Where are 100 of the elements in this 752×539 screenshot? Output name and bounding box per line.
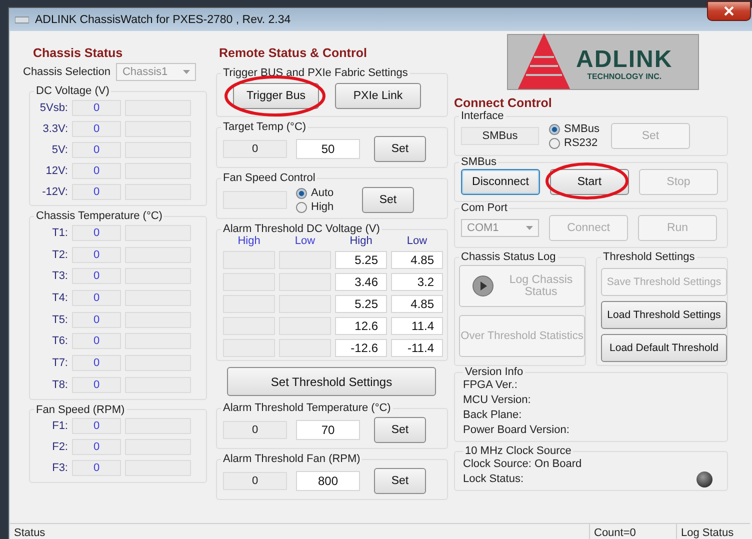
set-button[interactable]: Set bbox=[362, 187, 414, 213]
logo-tagline: TECHNOLOGY INC. bbox=[587, 72, 662, 81]
radio-option[interactable]: RS232 bbox=[549, 137, 601, 149]
group-title: SMBus bbox=[460, 156, 498, 168]
sensor-label: T4: bbox=[51, 292, 68, 304]
input-field[interactable]: 3.46 bbox=[335, 273, 387, 291]
reading-field: 0 bbox=[72, 376, 121, 393]
group-title: Fan Speed (RPM) bbox=[35, 404, 126, 416]
sensor-label: T3: bbox=[51, 270, 68, 282]
set-button[interactable]: Set bbox=[374, 468, 426, 494]
input-field[interactable]: 3.2 bbox=[391, 273, 443, 291]
smbus-button[interactable]: Disconnect bbox=[461, 169, 540, 195]
group-title: Version Info bbox=[464, 366, 524, 378]
reading-field: 0 bbox=[72, 460, 121, 476]
status-text: Count=0 bbox=[589, 524, 676, 539]
smbus-button[interactable]: Start bbox=[550, 169, 629, 195]
info-label: FPGA Ver.: bbox=[463, 378, 518, 393]
group-title: Threshold Settings bbox=[602, 251, 696, 263]
close-icon bbox=[724, 6, 734, 16]
info-label: Back Plane: bbox=[463, 408, 522, 423]
column-header: Low bbox=[406, 235, 428, 247]
sensor-label: T7: bbox=[51, 356, 68, 369]
reading-field: 0 bbox=[72, 418, 121, 434]
reading-field: 0 bbox=[72, 312, 121, 328]
section-heading: Connect Control bbox=[454, 96, 553, 110]
reading-field: 0 bbox=[72, 184, 121, 200]
input-field[interactable]: 800 bbox=[296, 471, 360, 491]
reading-field: 0 bbox=[72, 142, 121, 158]
input-field[interactable]: 5.25 bbox=[335, 251, 387, 269]
reading-field: 0 bbox=[72, 268, 121, 284]
set-threshold-button[interactable]: Set Threshold Settings bbox=[227, 367, 436, 396]
input-field[interactable]: 70 bbox=[296, 420, 360, 440]
sensor-label: -12V: bbox=[41, 186, 68, 198]
play-icon bbox=[472, 275, 494, 297]
input-field[interactable]: 12.6 bbox=[335, 317, 387, 335]
input-field[interactable]: 4.85 bbox=[391, 251, 443, 269]
radio-option[interactable]: High bbox=[296, 201, 348, 213]
input-field[interactable]: 11.4 bbox=[391, 317, 443, 335]
group-title: Target Temp (°C) bbox=[222, 121, 308, 133]
close-button[interactable] bbox=[707, 1, 751, 21]
group-title: Alarm Threshold Fan (RPM) bbox=[222, 453, 362, 465]
group-title: Interface bbox=[460, 110, 505, 122]
column-header: High bbox=[348, 235, 374, 247]
reading-field: 0 bbox=[72, 290, 121, 306]
trigger-button[interactable]: PXIe Link bbox=[335, 83, 421, 109]
reading-field: 0 bbox=[72, 120, 121, 136]
reading-field: SMBus bbox=[461, 127, 539, 145]
radio-option[interactable]: SMBus bbox=[549, 123, 601, 135]
threshold-button[interactable]: Load Default Threshold bbox=[601, 334, 727, 362]
info-label: Power Board Version: bbox=[463, 423, 570, 438]
reading-field: 0 bbox=[223, 472, 287, 490]
info-label: Clock Source: On Board bbox=[463, 457, 582, 472]
group-title: Chassis Status Log bbox=[460, 251, 557, 263]
sensor-label: T1: bbox=[51, 226, 68, 239]
input-field[interactable]: 50 bbox=[296, 139, 360, 159]
reading-field: 0 bbox=[223, 140, 287, 158]
section-heading: Chassis Status bbox=[33, 46, 124, 60]
status-text: Status bbox=[13, 526, 46, 539]
reading-field: 0 bbox=[72, 354, 121, 371]
input-field[interactable]: 4.85 bbox=[391, 295, 443, 313]
sensor-label: T2: bbox=[51, 248, 68, 261]
set-button[interactable]: Set bbox=[374, 417, 426, 443]
caret-icon bbox=[183, 70, 190, 74]
reading-field: 0 bbox=[72, 246, 121, 263]
sensor-label: F1: bbox=[51, 420, 68, 432]
sensor-label: F2: bbox=[51, 441, 68, 453]
app-icon bbox=[15, 16, 29, 24]
reading-field: 0 bbox=[72, 439, 121, 455]
sensor-label: T5: bbox=[51, 314, 68, 326]
trigger-button[interactable]: Trigger Bus bbox=[233, 83, 319, 109]
input-field[interactable]: -12.6 bbox=[335, 339, 387, 357]
status-text: Log Status bbox=[676, 524, 734, 539]
group-title: Alarm Threshold DC Voltage (V) bbox=[222, 223, 381, 235]
caret-icon bbox=[526, 226, 533, 230]
column-header: High bbox=[236, 235, 262, 247]
input-field[interactable]: 5.25 bbox=[335, 295, 387, 313]
group-title: DC Voltage (V) bbox=[35, 85, 110, 97]
reading-field: 0 bbox=[72, 224, 121, 241]
reading-field: 0 bbox=[72, 162, 121, 178]
threshold-button[interactable]: Load Threshold Settings bbox=[601, 301, 727, 329]
group-title: Com Port bbox=[460, 202, 508, 214]
sensor-label: 3.3V: bbox=[42, 122, 68, 134]
column-header: Low bbox=[294, 235, 316, 247]
sensor-label: F3: bbox=[51, 462, 68, 474]
info-label: Lock Status: bbox=[463, 472, 524, 487]
set-button[interactable]: Set bbox=[374, 136, 426, 162]
field-label: Chassis Selection bbox=[23, 66, 110, 78]
reading-field: 0 bbox=[72, 100, 121, 116]
sensor-label: 12V: bbox=[44, 164, 68, 176]
radio-option[interactable]: Auto bbox=[296, 187, 348, 199]
group-title: Alarm Threshold Temperature (°C) bbox=[222, 402, 392, 414]
group-title: 10 MHz Clock Source bbox=[464, 445, 572, 457]
sensor-label: 5Vsb: bbox=[38, 102, 68, 114]
reading-field: 0 bbox=[223, 421, 287, 439]
input-field[interactable]: -11.4 bbox=[391, 339, 443, 357]
sensor-label: T8: bbox=[51, 378, 68, 391]
section-heading: Remote Status & Control bbox=[219, 46, 368, 60]
status-lamp-icon bbox=[696, 471, 713, 488]
sensor-label: T6: bbox=[51, 335, 68, 348]
reading-field: 0 bbox=[72, 333, 121, 350]
